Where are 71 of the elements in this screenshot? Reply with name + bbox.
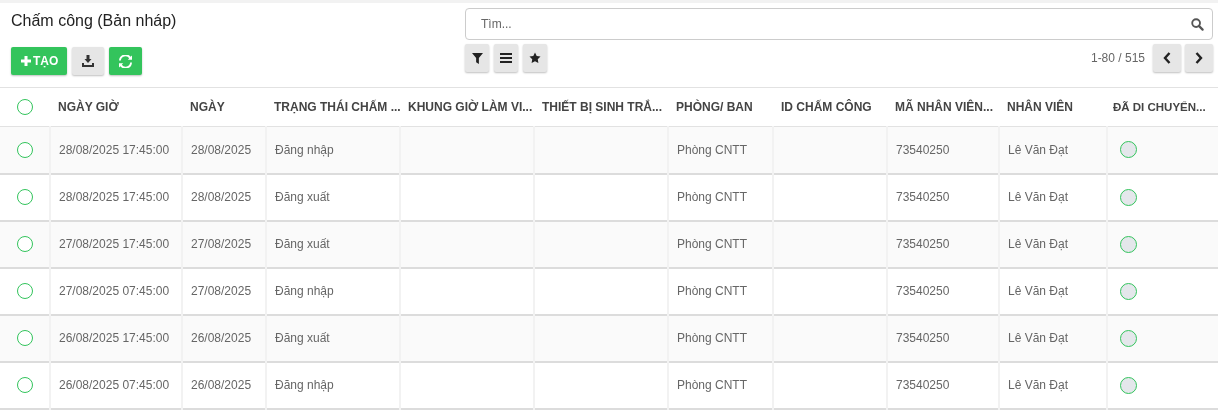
list-icon: [500, 53, 512, 63]
table-cell: 26/08/2025: [191, 331, 252, 345]
column-header[interactable]: MÃ NHÂN VIÊN...: [895, 100, 993, 114]
table-cell: Đăng xuất: [275, 190, 330, 204]
table-cell: Lê Văn Đạt: [1008, 142, 1069, 157]
group-button[interactable]: [494, 44, 518, 72]
table-cell: Lê Văn Đạt: [1008, 331, 1069, 345]
table-cell: 27/08/2025 07:45:00: [59, 284, 170, 298]
download-icon: [82, 55, 95, 67]
table-cell: 28/08/2025 17:45:00: [59, 142, 170, 157]
row-checkbox[interactable]: [16, 236, 33, 252]
pager-range: 1-80 / 515: [1090, 51, 1145, 65]
table-cell: 27/08/2025 17:45:00: [59, 237, 170, 251]
table-cell: Phòng CNTT: [677, 331, 748, 345]
table-cell: 27/08/2025: [191, 237, 252, 251]
column-header[interactable]: THIẾT BỊ SINH TRẮ...: [542, 100, 662, 114]
table-cell: 73540250: [896, 284, 950, 298]
table-cell: 73540250: [896, 190, 950, 204]
row-checkbox[interactable]: [16, 377, 33, 393]
refresh-icon: [119, 54, 133, 68]
table-cell: 26/08/2025: [191, 378, 252, 392]
table-cell: 28/08/2025: [191, 142, 252, 157]
column-header[interactable]: TRẠNG THÁI CHẤM ...: [274, 100, 400, 114]
chevron-left-icon: [1163, 52, 1171, 64]
table-cell: Lê Văn Đạt: [1008, 190, 1069, 204]
table-cell: Đăng xuất: [275, 331, 330, 345]
next-button[interactable]: [1185, 44, 1213, 72]
previous-button[interactable]: [1153, 44, 1181, 72]
plus-icon: [21, 56, 31, 66]
row-checkbox[interactable]: [16, 189, 33, 205]
table-cell: 28/08/2025: [191, 190, 252, 204]
search-icon: [1191, 18, 1204, 31]
table-cell: 26/08/2025 07:45:00: [59, 378, 170, 392]
table-cell: 26/08/2025 17:45:00: [59, 331, 170, 345]
row-checkbox[interactable]: [16, 330, 33, 346]
page-title: Chấm công (Bản nháp): [11, 12, 177, 31]
table-cell: Lê Văn Đạt: [1008, 378, 1069, 392]
table-cell: Phòng CNTT: [677, 284, 748, 298]
column-header[interactable]: NGÀY: [190, 100, 225, 114]
table-cell: Phòng CNTT: [677, 237, 748, 251]
table-cell: 73540250: [896, 237, 950, 251]
row-checkbox[interactable]: [16, 283, 33, 299]
table-cell: Đăng nhập: [275, 142, 334, 157]
star-icon: [529, 52, 541, 64]
filter-button[interactable]: [465, 44, 489, 72]
row-checkbox[interactable]: [16, 141, 33, 158]
table-cell: 27/08/2025: [191, 284, 252, 298]
table-cell: Đăng nhập: [275, 378, 334, 392]
table-cell: Lê Văn Đạt: [1008, 237, 1069, 251]
table-cell: Phòng CNTT: [677, 190, 748, 204]
table-cell: 28/08/2025 17:45:00: [59, 190, 170, 204]
favorites-button[interactable]: [523, 44, 547, 72]
column-header[interactable]: ID CHẤM CÔNG: [781, 100, 872, 114]
table-cell: 73540250: [896, 331, 950, 345]
table-cell: 73540250: [896, 142, 950, 157]
table-cell: Đăng nhập: [275, 284, 334, 298]
column-header[interactable]: KHUNG GIỜ LÀM VI...: [408, 100, 533, 114]
table-cell: Phòng CNTT: [677, 378, 748, 392]
filter-icon: [471, 52, 483, 64]
table-cell: Đăng xuất: [275, 237, 330, 251]
column-header[interactable]: NHÂN VIÊN: [1007, 100, 1073, 114]
column-header[interactable]: ĐÃ DI CHUYỂN...: [1113, 101, 1206, 113]
chevron-right-icon: [1195, 52, 1203, 64]
column-header[interactable]: NGÀY GIỜ: [58, 100, 119, 114]
search-field[interactable]: Tìm...: [465, 8, 1213, 40]
table-cell: Lê Văn Đạt: [1008, 284, 1069, 298]
select-all-checkbox[interactable]: [17, 99, 33, 115]
column-header[interactable]: PHÒNG/ BAN: [676, 100, 753, 114]
download-button[interactable]: [72, 47, 105, 75]
table-cell: 73540250: [896, 378, 950, 392]
table-cell: Phòng CNTT: [677, 142, 748, 157]
